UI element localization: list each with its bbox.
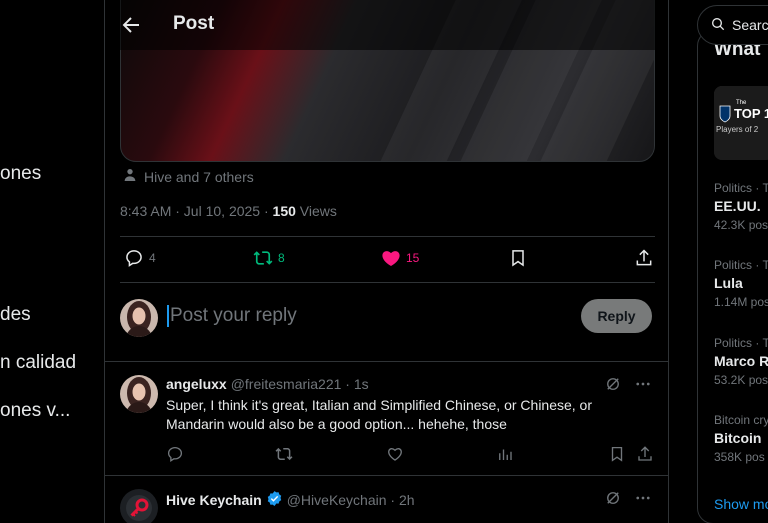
search-input[interactable]: Search	[697, 5, 768, 45]
heart-icon	[382, 251, 400, 266]
reply-input[interactable]: Post your reply	[167, 305, 297, 327]
like-action[interactable]: 15	[381, 248, 419, 268]
trend-posts: 1.14M pos	[714, 295, 768, 309]
repost-icon[interactable]	[275, 445, 293, 468]
trend-category: Bitcoin cry	[714, 413, 768, 427]
post-actions: 4 8 15	[120, 248, 655, 272]
share-icon[interactable]	[636, 445, 654, 468]
trend-image-text-3: Players of 2	[716, 125, 759, 134]
back-arrow-icon[interactable]	[119, 13, 143, 37]
repost-count: 8	[278, 251, 285, 265]
views-icon[interactable]	[496, 445, 514, 468]
trend-posts: 42.3K pos	[714, 218, 768, 232]
heart-icon[interactable]	[386, 445, 404, 468]
grok-icon[interactable]	[604, 489, 622, 512]
tagged-label: Hive and 7 others	[144, 168, 254, 185]
reply-icon	[126, 250, 142, 267]
bookmark-icon	[512, 250, 524, 267]
left-nav: ones des n calidad ones v...	[0, 0, 104, 523]
trends-panel: What The TOP 10 Players of 2 Politics · …	[697, 30, 768, 523]
trend-item[interactable]: Politics · T Marco R 53.2K pos	[714, 336, 768, 387]
nav-item-4[interactable]: ones v...	[0, 400, 70, 422]
reply-header: Hive Keychain @HiveKeychain · 2h	[166, 490, 415, 510]
repost-icon	[253, 251, 273, 265]
trend-name: Marco R	[714, 353, 768, 369]
reply-composer: Post your reply Reply	[105, 283, 668, 362]
trend-name: Bitcoin	[714, 430, 762, 446]
reply-action[interactable]: 4	[124, 248, 156, 268]
search-icon	[710, 16, 726, 35]
verified-icon	[266, 490, 283, 510]
nav-item-1[interactable]: ones	[0, 163, 41, 185]
more-icon[interactable]	[634, 489, 652, 512]
share-action[interactable]	[634, 248, 654, 268]
reply-actions	[166, 445, 653, 465]
author-handle[interactable]: @HiveKeychain · 2h	[287, 492, 415, 508]
show-more-link[interactable]: Show mo	[714, 496, 768, 512]
reply-text: Super, I think it's great, Italian and S…	[166, 397, 593, 432]
reply-post[interactable]: angeluxx @freitesmaria221 · 1s Super, I …	[105, 363, 668, 476]
trend-posts: 358K pos	[714, 450, 765, 464]
main-column: Post Hive and 7 others 8:43 AM · Jul 10,…	[104, 0, 669, 523]
avatar[interactable]	[120, 489, 158, 523]
reply-header: angeluxx @freitesmaria221 · 1s	[166, 376, 369, 392]
divider	[120, 236, 655, 237]
trend-item[interactable]: Politics · T EE.UU. 42.3K pos	[714, 181, 768, 232]
nav-item-2[interactable]: des	[0, 304, 31, 326]
author-name[interactable]: Hive Keychain	[166, 492, 262, 508]
trend-name: Lula	[714, 275, 743, 291]
like-count: 15	[406, 251, 420, 265]
reply-post[interactable]: Hive Keychain @HiveKeychain · 2h	[105, 477, 668, 523]
trend-image[interactable]: The TOP 10 Players of 2	[714, 86, 768, 160]
trend-name: EE.UU.	[714, 198, 761, 214]
author-name[interactable]: angeluxx	[166, 376, 227, 392]
author-handle[interactable]: @freitesmaria221 · 1s	[231, 376, 369, 392]
right-sidebar: What The TOP 10 Players of 2 Politics · …	[697, 0, 768, 523]
trend-category: Politics · T	[714, 258, 768, 272]
nav-item-3[interactable]: n calidad	[0, 352, 76, 374]
trend-category: Politics · T	[714, 336, 768, 350]
search-placeholder: Search	[732, 17, 768, 33]
reply-icon[interactable]	[166, 445, 184, 468]
repost-action[interactable]: 8	[253, 248, 285, 268]
views-count: 150	[272, 203, 296, 219]
views-label: Views	[295, 203, 337, 219]
reply-count: 4	[149, 251, 156, 265]
post-meta: 8:43 AM · Jul 10, 2025 · 150 Views	[120, 203, 337, 219]
share-icon	[636, 249, 652, 266]
page-header: Post	[105, 0, 668, 50]
trend-item[interactable]: Bitcoin cry Bitcoin 358K pos	[714, 413, 768, 464]
bookmark-icon[interactable]	[608, 445, 626, 468]
page-title: Post	[173, 13, 215, 34]
person-icon	[122, 167, 138, 186]
grok-icon[interactable]	[604, 375, 622, 398]
avatar[interactable]	[120, 299, 158, 337]
post-options	[604, 375, 652, 398]
trend-category: Politics · T	[714, 181, 768, 195]
app-root: ones des n calidad ones v... Post Hive a…	[0, 0, 768, 523]
reply-button[interactable]: Reply	[581, 299, 652, 333]
trend-image-text-2: TOP 10	[734, 106, 768, 121]
post-timestamp[interactable]: 8:43 AM · Jul 10, 2025 ·	[120, 203, 273, 219]
trend-item[interactable]: Politics · T Lula 1.14M pos	[714, 258, 768, 309]
trend-posts: 53.2K pos	[714, 373, 768, 387]
more-icon[interactable]	[634, 375, 652, 398]
bookmark-action[interactable]	[508, 248, 528, 268]
tagged-users[interactable]: Hive and 7 others	[122, 167, 254, 186]
post-options	[604, 489, 652, 512]
avatar[interactable]	[120, 375, 158, 413]
